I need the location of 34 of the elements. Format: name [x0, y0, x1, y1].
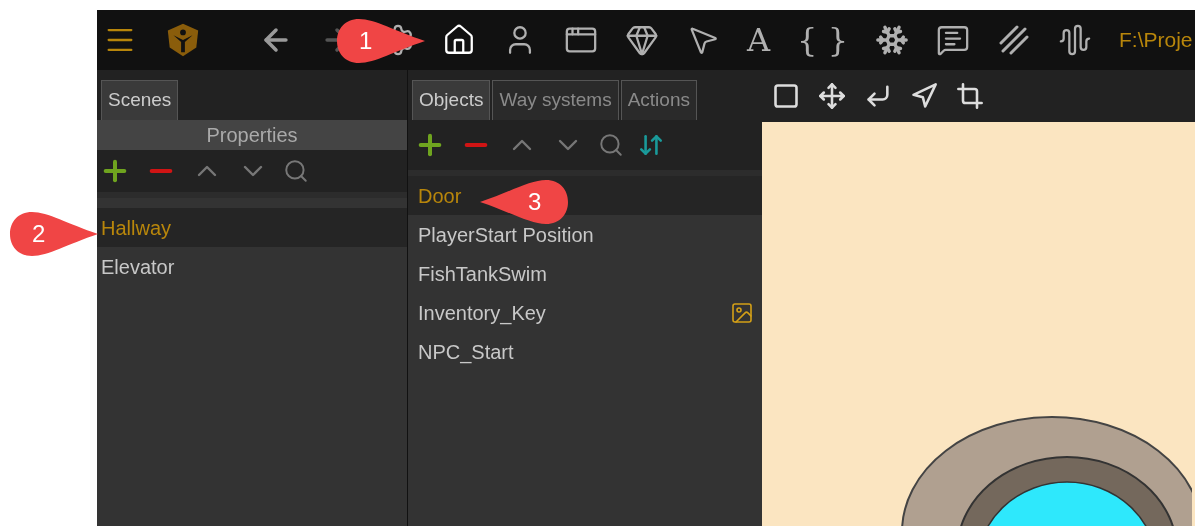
selection-square-icon[interactable]	[772, 82, 800, 110]
speech-bubble-icon[interactable]	[936, 23, 970, 57]
panel-tab[interactable]: Objects	[412, 80, 491, 120]
panel-tab[interactable]: Scenes	[101, 80, 179, 120]
move-icon[interactable]	[818, 82, 846, 110]
waveform-icon[interactable]	[1058, 23, 1092, 57]
object-name: FishTankSwim	[418, 261, 547, 287]
object-list-item[interactable]: Inventory_Key	[408, 293, 762, 332]
toolbar-glyph-button[interactable]: A	[747, 24, 771, 56]
object-name: NPC_Start	[418, 339, 514, 366]
numbered-callout-tooltip: 1	[335, 17, 427, 65]
object-list-item[interactable]: FishTankSwim	[408, 254, 762, 293]
scene-list-item[interactable]: Hallway	[97, 208, 407, 247]
object-list-item[interactable]: NPC_Start	[408, 332, 762, 371]
diamond-icon[interactable]	[625, 23, 659, 57]
numbered-callout-tooltip: 3	[478, 178, 570, 226]
object-name: Door	[418, 183, 462, 209]
numbered-callout-tooltip: 2	[8, 210, 100, 258]
scene-list-item[interactable]: Elevator	[97, 247, 407, 286]
home-icon[interactable]	[442, 23, 476, 57]
project-path: F:\Proje	[1119, 27, 1193, 54]
object-name: Inventory_Key	[418, 300, 546, 327]
navigation-arrow-icon[interactable]	[910, 82, 938, 110]
crop-icon[interactable]	[956, 82, 984, 110]
return-arrow-icon[interactable]	[864, 82, 892, 110]
search-icon[interactable]	[598, 132, 624, 158]
search-icon[interactable]	[283, 158, 309, 184]
panel-tab[interactable]: Actions	[620, 80, 697, 120]
properties-header[interactable]: Properties	[97, 120, 407, 150]
diagonal-lines-icon[interactable]	[997, 23, 1031, 57]
panel-tab[interactable]: Way systems	[492, 80, 619, 120]
sort-icon[interactable]	[638, 132, 664, 158]
snowflake-icon[interactable]	[875, 23, 909, 57]
toolbar-glyph-button[interactable]: { }	[797, 24, 848, 56]
